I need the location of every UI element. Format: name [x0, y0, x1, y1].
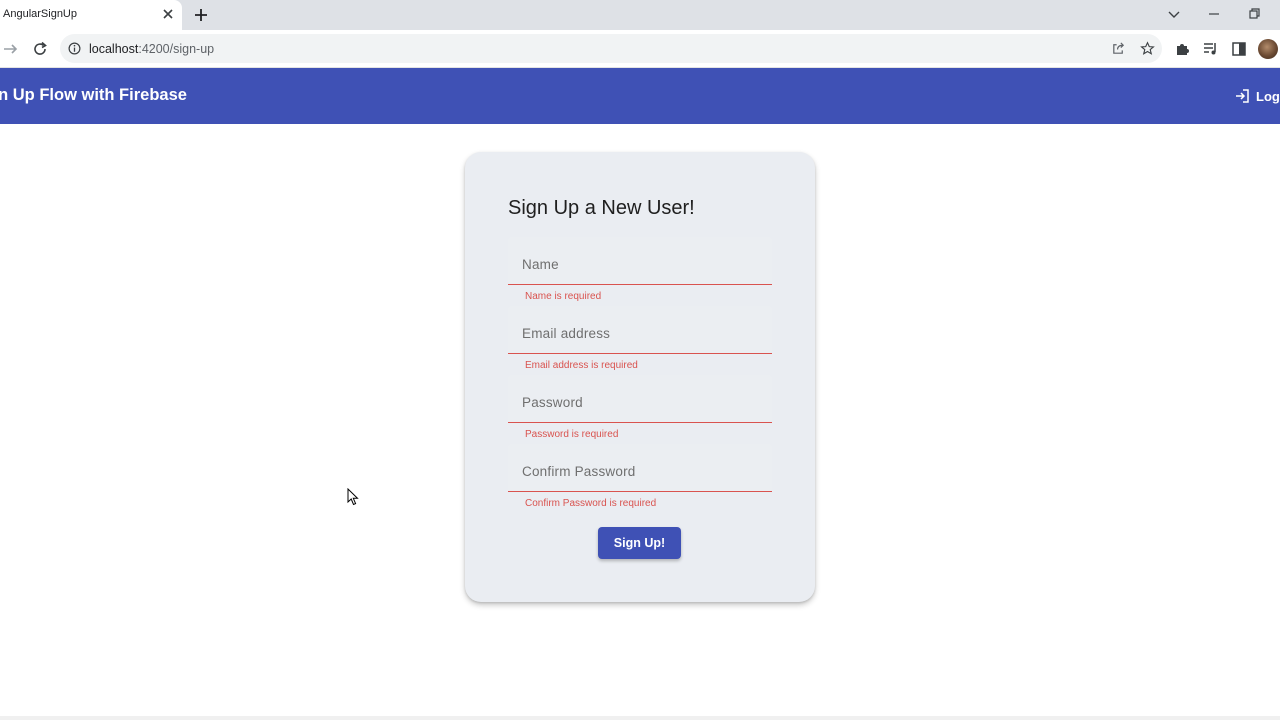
media-icon[interactable] [1202, 40, 1220, 58]
email-field-box [508, 306, 772, 354]
name-input[interactable] [508, 237, 772, 283]
url-host: localhost [89, 42, 139, 56]
restore-icon[interactable] [1246, 6, 1262, 22]
puzzle-icon[interactable] [1174, 40, 1192, 58]
tab-strip: AngularSignUp [0, 0, 1280, 30]
chevron-down-icon[interactable] [1166, 6, 1182, 22]
confirm-password-field-box [508, 444, 772, 492]
browser-toolbar: localhost:4200/sign-up [0, 30, 1280, 68]
login-icon [1236, 89, 1249, 103]
app-header: gn Up Flow with Firebase Log [0, 68, 1280, 124]
login-button[interactable]: Log [1234, 86, 1280, 106]
mouse-cursor-icon [347, 488, 359, 506]
star-icon[interactable] [1140, 41, 1155, 56]
sidepanel-icon[interactable] [1230, 40, 1248, 58]
forward-icon[interactable] [2, 40, 20, 58]
browser-tab[interactable]: AngularSignUp [0, 0, 182, 30]
login-label: Log [1256, 88, 1280, 104]
confirm-password-input[interactable] [508, 444, 772, 490]
info-icon[interactable] [68, 42, 81, 55]
confirm-password-field: Confirm Password is required [508, 444, 772, 509]
minimize-icon[interactable] [1206, 6, 1222, 22]
close-icon[interactable] [160, 6, 176, 22]
address-bar[interactable]: localhost:4200/sign-up [60, 34, 1162, 63]
tab-title: AngularSignUp [3, 8, 77, 20]
plus-icon[interactable] [192, 6, 210, 24]
password-input[interactable] [508, 375, 772, 421]
app-title: gn Up Flow with Firebase [0, 86, 187, 104]
password-field: Password is required [508, 375, 772, 440]
name-error: Name is required [525, 291, 602, 302]
name-field-box [508, 237, 772, 285]
url-text: localhost:4200/sign-up [89, 42, 214, 56]
email-error: Email address is required [525, 360, 638, 371]
email-input[interactable] [508, 306, 772, 352]
reload-icon[interactable] [31, 40, 49, 58]
signup-button[interactable]: Sign Up! [598, 527, 681, 559]
avatar[interactable] [1258, 39, 1278, 59]
url-path: :4200/sign-up [138, 42, 215, 56]
password-error: Password is required [525, 429, 619, 440]
card-title: Sign Up a New User! [508, 197, 695, 219]
share-icon[interactable] [1111, 41, 1126, 56]
password-field-box [508, 375, 772, 423]
browser-window: AngularSignUp localhost:4200/sign-up gn … [0, 0, 1280, 720]
name-field: Name is required [508, 237, 772, 302]
bottom-divider [0, 716, 1280, 720]
confirm-password-error: Confirm Password is required [525, 498, 657, 509]
email-field: Email address is required [508, 306, 772, 371]
signup-card: Sign Up a New User! Name is required Ema… [465, 152, 815, 602]
